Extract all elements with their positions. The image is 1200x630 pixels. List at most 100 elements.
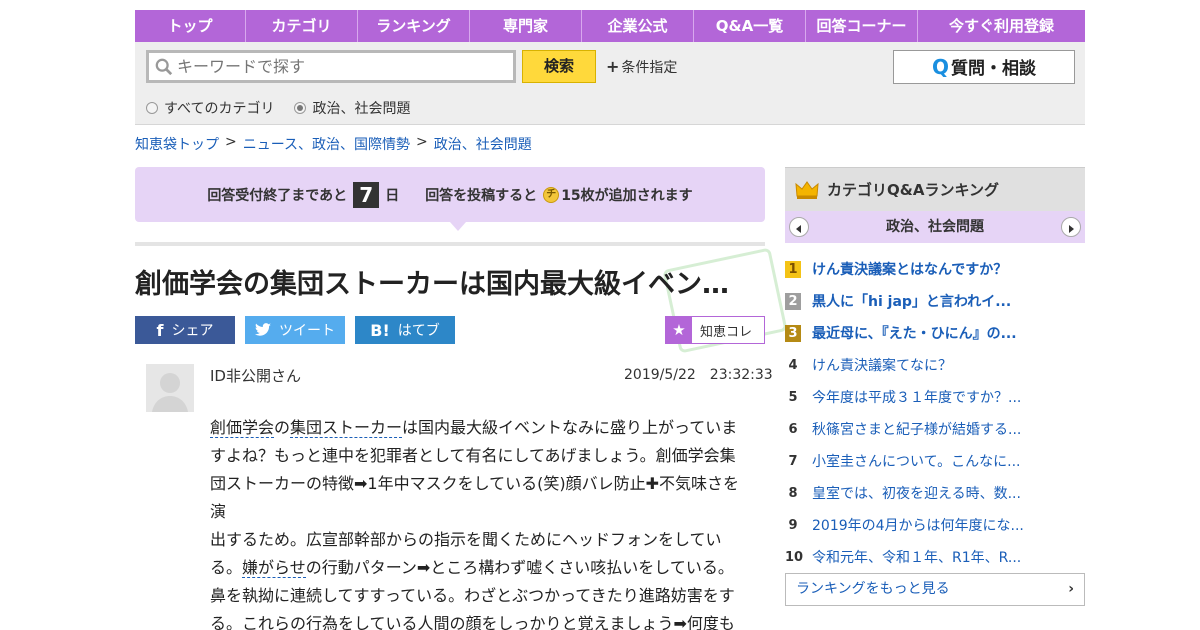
twitter-share-button[interactable]: ツイート: [245, 316, 345, 344]
ranking-link[interactable]: 皇室では、初夜を迎える時、数...: [812, 483, 1021, 503]
radio-label: 政治、社会問題: [312, 101, 411, 117]
search-input[interactable]: [177, 57, 497, 76]
body-text: の: [274, 418, 291, 437]
hatena-icon: B!: [370, 320, 390, 340]
ranking-link[interactable]: 黒人に「hi jap」と言われイ...: [812, 291, 1011, 311]
radio-all-categories[interactable]: すべてのカテゴリ: [146, 98, 274, 118]
breadcrumb-separator: >: [225, 134, 237, 150]
ask-question-label: 質問・相談: [951, 59, 1036, 79]
ranking-link[interactable]: 最近母に、『えた・ひにん』の...: [812, 323, 1017, 343]
rank-number: 10: [785, 549, 804, 565]
nav-item-official[interactable]: 企業公式: [582, 10, 694, 42]
avatar: [146, 364, 194, 412]
rank-number: 4: [788, 357, 798, 373]
chiecolle-button[interactable]: ★ 知恵コレ: [665, 316, 765, 344]
divider: [135, 242, 765, 246]
ranking-item[interactable]: 8 皇室では、初夜を迎える時、数...: [785, 477, 1085, 509]
more-ranking-label: ランキングをもっと見る: [796, 581, 950, 597]
ranking-item[interactable]: 6 秋篠宮さまと紀子様が結婚する...: [785, 413, 1085, 445]
ranking-item[interactable]: 10 令和元年、令和１年、R1年、R...: [785, 541, 1085, 573]
banner-reward-count: 15枚が追加されます: [561, 187, 693, 204]
nav-item-top[interactable]: トップ: [135, 10, 246, 42]
share-label: シェア: [171, 323, 214, 339]
plus-icon: +: [606, 57, 620, 76]
twitter-icon: [255, 323, 271, 336]
asker-name: ID非公開さん: [210, 367, 301, 385]
nav-item-experts[interactable]: 専門家: [470, 10, 582, 42]
banner-reward-text: 回答を投稿すると: [425, 187, 538, 204]
keyword-link[interactable]: 嫌がらせ: [242, 558, 306, 578]
days-remaining: 7: [353, 181, 380, 208]
coin-icon: チ: [543, 186, 560, 203]
search-scope: すべてのカテゴリ 政治、社会問題: [146, 98, 410, 118]
post-datetime: 2019/5/22 23:32:33: [624, 367, 773, 383]
radio-label: すべてのカテゴリ: [164, 101, 275, 117]
ranking-item[interactable]: 2 黒人に「hi jap」と言われイ...: [785, 285, 1085, 317]
ranking-title: カテゴリQ&Aランキング: [827, 181, 999, 199]
deadline-banner: 回答受付終了まであと 7 日 回答を投稿すると チ 15枚が追加されます: [135, 167, 765, 222]
nav-item-register[interactable]: 今すぐ利用登録: [918, 10, 1085, 42]
nav-item-ranking[interactable]: ランキング: [358, 10, 470, 42]
breadcrumb-link-top[interactable]: 知恵袋トップ: [135, 134, 219, 154]
ranking-item[interactable]: 4 けん責決議案てなに？: [785, 349, 1085, 381]
nav-item-answer-corner[interactable]: 回答コーナー: [806, 10, 918, 42]
conditions-link[interactable]: + 条件指定: [606, 57, 677, 77]
ranking-item[interactable]: 9 2019年の4月からは何年度にな...: [785, 509, 1085, 541]
banner-tail: [450, 222, 466, 231]
next-category-button[interactable]: [1061, 217, 1081, 237]
banner-prefix: 回答受付終了まであと: [207, 187, 348, 204]
ranking-link[interactable]: けん責決議案とはなんですか？: [812, 259, 1007, 279]
chevron-right-icon: ›: [1068, 581, 1074, 597]
keyword-link[interactable]: 創価学会: [210, 418, 275, 438]
rank-number: 3: [785, 324, 801, 342]
rank-number: 2: [785, 292, 801, 310]
ask-question-button[interactable]: Q 質問・相談: [893, 50, 1075, 84]
radio-on-icon: [294, 102, 307, 114]
rank-number: 6: [788, 421, 798, 437]
nav-item-category[interactable]: カテゴリ: [246, 10, 358, 42]
default-avatar-icon: [152, 373, 188, 412]
more-ranking-button[interactable]: ランキングをもっと見る ›: [785, 573, 1085, 606]
rank-number: 7: [788, 453, 798, 469]
ranking-item[interactable]: 3 最近母に、『えた・ひにん』の...: [785, 317, 1085, 349]
chevron-left-icon: [796, 225, 801, 233]
ranking-item[interactable]: 7 小室圭さんについて。こんなに...: [785, 445, 1085, 477]
ranking-link[interactable]: 秋篠宮さまと紀子様が結婚する...: [812, 419, 1021, 439]
ranking-link[interactable]: けん責決議案てなに？: [812, 355, 952, 375]
breadcrumb-separator: >: [416, 134, 428, 150]
rank-number: 9: [788, 517, 798, 533]
page: トップ カテゴリ ランキング 専門家 企業公式 Q&A一覧 回答コーナー 今すぐ…: [0, 0, 1200, 630]
rank-number: 8: [788, 485, 798, 501]
radio-current-category[interactable]: 政治、社会問題: [294, 98, 410, 118]
ranking-item[interactable]: 5 今年度は平成３１年度ですか？...: [785, 381, 1085, 413]
keyword-link[interactable]: 集団ストーカー: [290, 418, 403, 438]
ranking-header: カテゴリQ&Aランキング: [785, 167, 1085, 211]
hatena-label: はてブ: [397, 323, 440, 339]
q-logo-icon: Q: [931, 55, 949, 79]
ranking-item[interactable]: 1 けん責決議案とはなんですか？: [785, 253, 1085, 285]
rank-number: 5: [788, 389, 798, 405]
question-body: 創価学会の集団ストーカーは国内最大級イベントなみに盛り上がっていますよね？もっと…: [210, 414, 745, 630]
breadcrumb-link-politics[interactable]: 政治、社会問題: [434, 134, 532, 154]
ranking-category-bar: 政治、社会問題: [785, 211, 1085, 243]
tweet-label: ツイート: [279, 323, 335, 339]
nav-item-qa-list[interactable]: Q&A一覧: [694, 10, 806, 42]
star-icon: ★: [666, 317, 692, 343]
search-icon: [155, 58, 173, 75]
prev-category-button[interactable]: [789, 217, 809, 237]
ranking-link[interactable]: 小室圭さんについて。こんなに...: [812, 451, 1021, 471]
conditions-label: 条件指定: [621, 60, 678, 76]
search-field-box[interactable]: [146, 50, 516, 83]
ranking-list: 1 けん責決議案とはなんですか？ 2 黒人に「hi jap」と言われイ... 3 最近…: [785, 253, 1085, 573]
ranking-link[interactable]: 令和元年、令和１年、R1年、R...: [812, 547, 1021, 567]
breadcrumb-link-news[interactable]: ニュース、政治、国際情勢: [243, 134, 410, 154]
search-button[interactable]: 検索: [522, 50, 596, 83]
ranking-link[interactable]: 今年度は平成３１年度ですか？...: [812, 387, 1021, 407]
facebook-share-button[interactable]: f シェア: [135, 316, 235, 344]
search-area: 検索 +条件指定 Q質問・相談 すべてのカテゴリ 政治、社会問題: [135, 42, 1085, 125]
chiecolle-label: 知恵コレ: [700, 324, 753, 340]
ranking-link[interactable]: 2019年の4月からは何年度にな...: [812, 515, 1024, 535]
day-unit: 日: [385, 187, 400, 204]
hatena-bookmark-button[interactable]: B! はてブ: [355, 316, 455, 344]
chevron-right-icon: [1069, 225, 1074, 233]
